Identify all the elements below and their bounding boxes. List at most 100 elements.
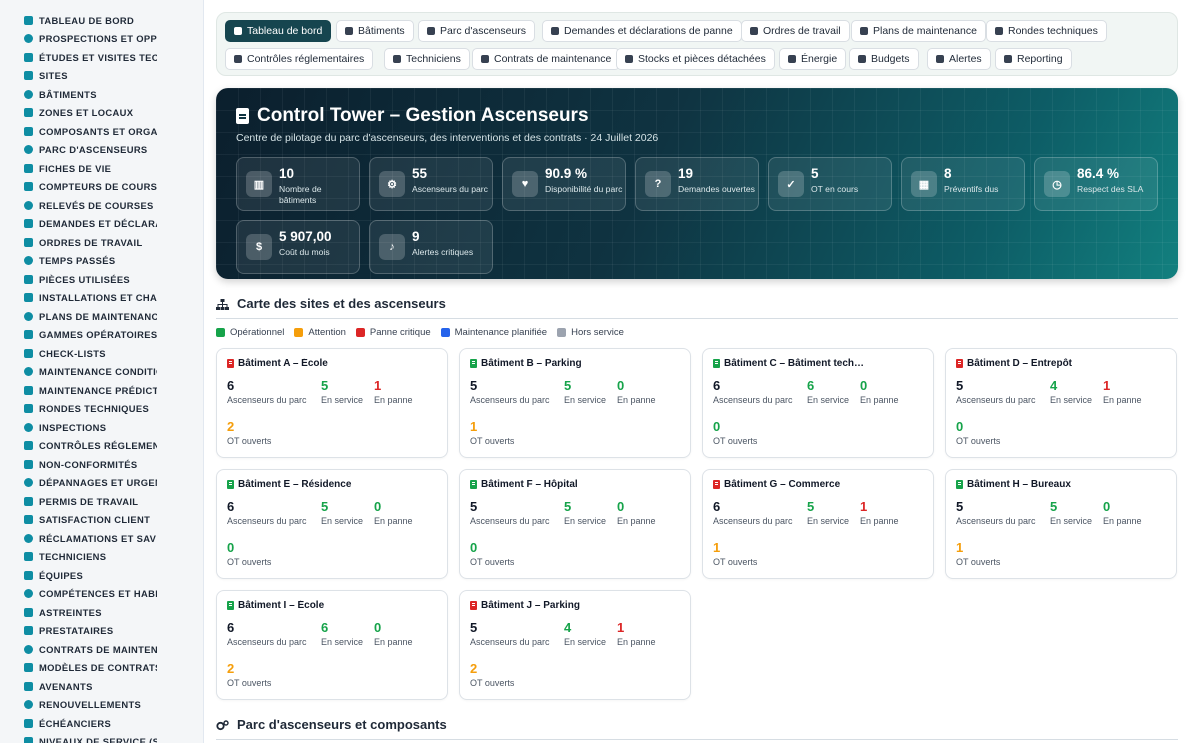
sidebar-item[interactable]: Contrats de maintenance [0,640,203,659]
stat-value: 1 [470,419,478,434]
sidebar-item[interactable]: Compteurs de courses [0,178,203,197]
list-icon [24,330,33,340]
sidebar-item[interactable]: Contrôles réglementaires [0,437,203,456]
building-card[interactable]: Bâtiment A – École 6 Ascenseurs du parc 5 En… [216,348,448,458]
tab-5[interactable]: Plans de maintenance [851,20,986,42]
sidebar-item[interactable]: Techniciens [0,548,203,567]
building-card[interactable]: Bâtiment D – Entrepôt 5 Ascenseurs du parc… [945,348,1177,458]
kpi-label: Disponibilité du parc [545,184,623,194]
sidebar-item[interactable]: Pièces utilisées [0,270,203,289]
tab-11[interactable]: Énergie [779,48,847,70]
stat-panne: 0 En panne [374,499,413,526]
clipboard-check-icon: ✓ [778,171,804,197]
sidebar-item-label: Contrats de maintenance [39,643,157,655]
kpi-card: $5 907,00 Coût du mois [236,220,360,274]
building-card[interactable]: Bâtiment J – Parking 5 Ascenseurs du parc 4… [459,590,691,700]
sidebar-item[interactable]: Fiches de vie [0,159,203,178]
sidebar-item[interactable]: Bâtiments [0,85,203,104]
sidebar-item[interactable]: Tableau de bord [0,11,203,30]
sidebar-item[interactable]: Sites [0,67,203,86]
sidebar-item[interactable]: Demandes et déclarations de panne [0,215,203,234]
sidebar-item[interactable]: Check-lists [0,344,203,363]
stat-value: 0 [713,419,721,434]
sidebar-item-label: Relevés de courses [39,199,154,211]
tab-14[interactable]: Reporting [995,48,1072,70]
truck-icon [24,478,33,488]
stat-value: 5 [956,499,964,514]
tab-1[interactable]: Bâtiments [336,20,414,42]
tab-icon [551,27,559,35]
tab-10[interactable]: Stocks et pièces détachées [616,48,775,70]
stat-service: 5 En service [321,499,363,526]
building-card[interactable]: Bâtiment I – École 6 Ascenseurs du parc 6 En… [216,590,448,700]
tab-4[interactable]: Ordres de travail [741,20,850,42]
tab-label: Tableau de bord [247,25,323,37]
sidebar-item[interactable]: Temps passés [0,252,203,271]
tab-9[interactable]: Contrats de maintenance [472,48,621,70]
sidebar-item[interactable]: Plans de maintenance [0,307,203,326]
sidebar-item[interactable]: Parc d'ascenseurs [0,141,203,160]
tab-13[interactable]: Alertes [927,48,991,70]
tab-7[interactable]: Contrôles réglementaires [225,48,374,70]
sidebar-item[interactable]: Niveaux de service (SLA) [0,733,203,743]
sidebar-item[interactable]: Études et visites techniques [0,48,203,67]
sidebar-item[interactable]: Permis de travail [0,492,203,511]
sidebar-item[interactable]: Échéanciers [0,714,203,733]
stat-label: Ascenseurs du parc [470,395,550,405]
sidebar-item-label: Modèles de contrats [39,662,157,674]
sidebar-item-label: Inspections [39,421,107,433]
stat-service: 5 En service [564,499,606,526]
sidebar-item[interactable]: Non-conformités [0,455,203,474]
sidebar-item[interactable]: Relevés de courses [0,196,203,215]
sidebar-item[interactable]: Installations et chantiers [0,289,203,308]
stat-parc: 5 Ascenseurs du parc [956,378,1036,405]
sidebar-item[interactable]: Gammes opératoires [0,326,203,345]
tab-8[interactable]: Techniciens [384,48,470,70]
building-card-title: Bâtiment I – École [227,600,442,611]
building-card[interactable]: Bâtiment G – Commerce 6 Ascenseurs du parc… [702,469,934,579]
tab-3[interactable]: Demandes et déclarations de panne [542,20,742,42]
tab-12[interactable]: Budgets [849,48,919,70]
sidebar-item[interactable]: Prestataires [0,622,203,641]
sidebar-item[interactable]: Astreintes [0,603,203,622]
legend-swatch [294,328,304,337]
building-card[interactable]: Bâtiment C – Bâtiment tech… 6 Ascenseurs d… [702,348,934,458]
sidebar-item[interactable]: Rondes techniques [0,400,203,419]
tab-label: Demandes et déclarations de panne [564,25,733,37]
tab-6[interactable]: Rondes techniques [986,20,1107,42]
kpi-label: Demandes ouvertes [678,184,755,194]
tab-0[interactable]: Tableau de bord [225,20,332,42]
sidebar-item[interactable]: Modèles de contrats [0,659,203,678]
main-content: Tableau de bord Bâtiments Parc d'ascenseur… [216,0,1178,743]
map-section-title: Carte des sites et des ascenseurs [237,296,446,311]
building-card[interactable]: Bâtiment H – Bureaux 5 Ascenseurs du parc 5… [945,469,1177,579]
sidebar-item[interactable]: Zones et locaux [0,104,203,123]
sidebar-item[interactable]: Compétences et habilitations [0,585,203,604]
sidebar-item[interactable]: Réclamations et SAV [0,529,203,548]
users-icon [24,570,33,580]
building-icon [227,359,234,368]
stat-value: 5 [470,499,478,514]
sidebar-item[interactable]: Satisfaction client [0,511,203,530]
sidebar-item[interactable]: Avenants [0,677,203,696]
stat-parc: 6 Ascenseurs du parc [227,620,307,647]
sidebar-item[interactable]: Prospections et opportunités [0,30,203,49]
stat-value: 0 [374,499,382,514]
building-icon [227,480,234,489]
sidebar-item-label: Maintenance prédictive [39,384,157,396]
building-card[interactable]: Bâtiment B – Parking 5 Ascenseurs du parc 5… [459,348,691,458]
sidebar-item[interactable]: Dépannages et urgences [0,474,203,493]
sidebar-item[interactable]: Équipes [0,566,203,585]
sidebar-item[interactable]: Maintenance conditionnelle [0,363,203,382]
building-card[interactable]: Bâtiment E – Résidence 6 Ascenseurs du par… [216,469,448,579]
tab-2[interactable]: Parc d'ascenseurs [418,20,536,42]
sidebar-item[interactable]: Maintenance prédictive [0,381,203,400]
sidebar-item[interactable]: Renouvellements [0,696,203,715]
building-card[interactable]: Bâtiment F – Hôpital 5 Ascenseurs du parc 5… [459,469,691,579]
sidebar-item[interactable]: Ordres de travail [0,233,203,252]
sidebar-item[interactable]: Composants et organes [0,122,203,141]
sidebar-item[interactable]: Inspections [0,418,203,437]
sidebar-item-label: Avenants [39,680,93,692]
hero-title-text: Control Tower – Gestion Ascenseurs [257,105,589,126]
kpi-card: ♥ 90.9 % Disponibilité du parc [502,157,626,211]
